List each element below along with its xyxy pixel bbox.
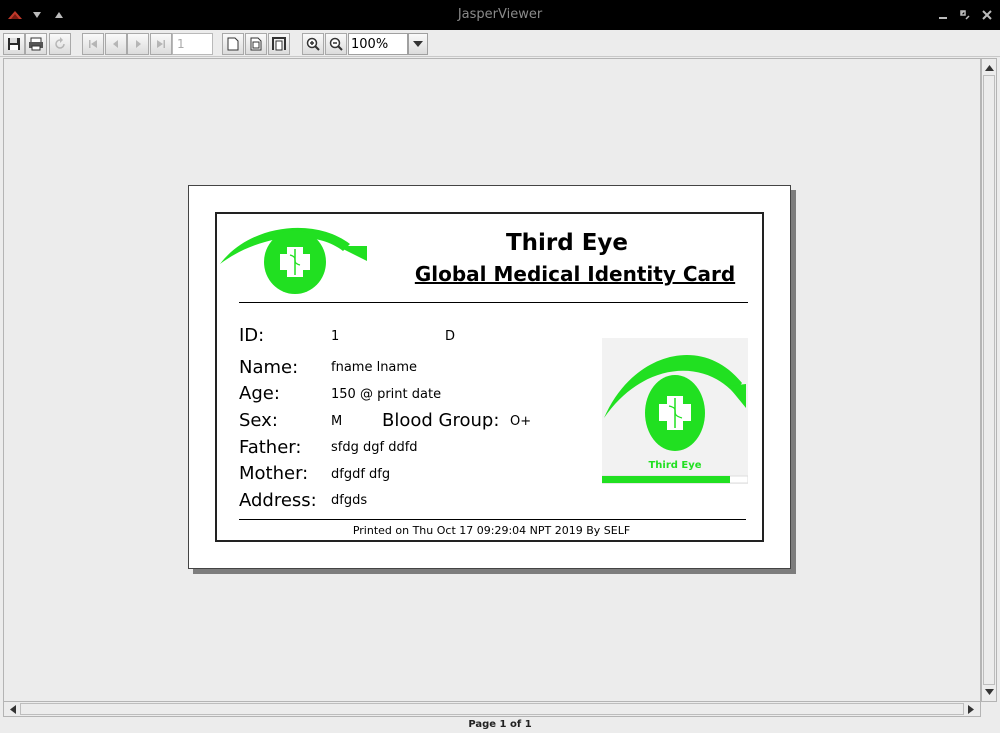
restore-icon[interactable] — [958, 8, 972, 22]
vertical-scrollbar[interactable] — [981, 58, 997, 702]
sex-value: M — [331, 414, 343, 429]
father-value: sfdg dgf ddfd — [331, 440, 418, 455]
page-status: Page 1 of 1 — [468, 719, 532, 730]
first-page-button[interactable] — [82, 33, 104, 55]
mother-label: Mother: — [239, 463, 309, 484]
last-page-button[interactable] — [150, 33, 172, 55]
scrollbar-track[interactable] — [983, 75, 995, 685]
fit-page-icon — [250, 37, 262, 51]
printer-icon — [29, 37, 43, 51]
third-eye-logo-icon — [220, 227, 367, 294]
id-extra-value: D — [445, 329, 456, 344]
toolbar: 1 100% — [0, 30, 1000, 57]
id-label: ID: — [239, 325, 265, 346]
window-title: JasperViewer — [457, 7, 543, 22]
fit-width-icon — [272, 37, 286, 51]
zoom-in-button[interactable] — [302, 33, 324, 55]
window-titlebar: JasperViewer — [0, 0, 1000, 30]
mother-value: dfgdf dfg — [331, 467, 391, 482]
medical-id-card: Third Eye Global Medical Identity Card I… — [215, 212, 764, 542]
blood-group-value: O+ — [510, 414, 532, 429]
scroll-down-icon[interactable] — [982, 685, 996, 699]
zoom-out-button[interactable] — [325, 33, 347, 55]
footer-divider — [239, 519, 746, 520]
id-value: 1 — [331, 329, 340, 344]
horizontal-scrollbar[interactable] — [3, 701, 981, 717]
previous-page-button[interactable] — [105, 33, 127, 55]
zoom-in-icon — [306, 37, 320, 51]
zoom-dropdown-button[interactable] — [408, 33, 428, 55]
address-value: dfgds — [331, 493, 368, 508]
previous-page-icon — [113, 40, 118, 48]
print-button[interactable] — [25, 33, 47, 55]
first-page-icon — [89, 40, 97, 48]
photo-caption: Third Eye — [648, 460, 702, 471]
age-value: 150 @ print date — [331, 387, 442, 402]
divider — [239, 302, 748, 303]
scrollbar-track-horizontal[interactable] — [20, 703, 964, 715]
save-button[interactable] — [3, 33, 25, 55]
card-subtitle: Global Medical Identity Card — [414, 262, 736, 286]
page-number-input[interactable]: 1 — [172, 33, 213, 55]
last-page-icon — [157, 40, 165, 48]
fit-width-button[interactable] — [268, 33, 290, 55]
fit-page-button[interactable] — [245, 33, 267, 55]
address-label: Address: — [239, 490, 317, 511]
scroll-left-icon[interactable] — [6, 702, 20, 716]
age-label: Age: — [239, 383, 280, 404]
blood-group-label: Blood Group: — [382, 410, 500, 431]
reload-button[interactable] — [49, 33, 71, 55]
actual-size-button[interactable] — [222, 33, 244, 55]
patient-photo: Third Eye — [601, 338, 749, 484]
minimize-icon[interactable] — [936, 8, 950, 22]
sex-label: Sex: — [239, 410, 278, 431]
printed-on-text: Printed on Thu Oct 17 09:29:04 NPT 2019 … — [352, 524, 631, 537]
report-page: Third Eye Global Medical Identity Card I… — [188, 185, 791, 569]
card-title: Third Eye — [505, 230, 629, 256]
floppy-icon — [8, 38, 20, 50]
close-icon[interactable] — [980, 8, 994, 22]
scroll-up-icon[interactable] — [982, 61, 996, 75]
zoom-out-icon — [329, 37, 343, 51]
page-icon — [227, 37, 239, 51]
name-value: fname lname — [331, 360, 418, 375]
next-page-button[interactable] — [127, 33, 149, 55]
chevron-down-icon — [413, 41, 423, 47]
next-page-icon — [136, 40, 141, 48]
zoom-level-input[interactable]: 100% — [348, 33, 408, 55]
refresh-icon — [55, 37, 65, 49]
father-label: Father: — [239, 437, 302, 458]
name-label: Name: — [239, 357, 299, 378]
scroll-right-icon[interactable] — [964, 702, 978, 716]
